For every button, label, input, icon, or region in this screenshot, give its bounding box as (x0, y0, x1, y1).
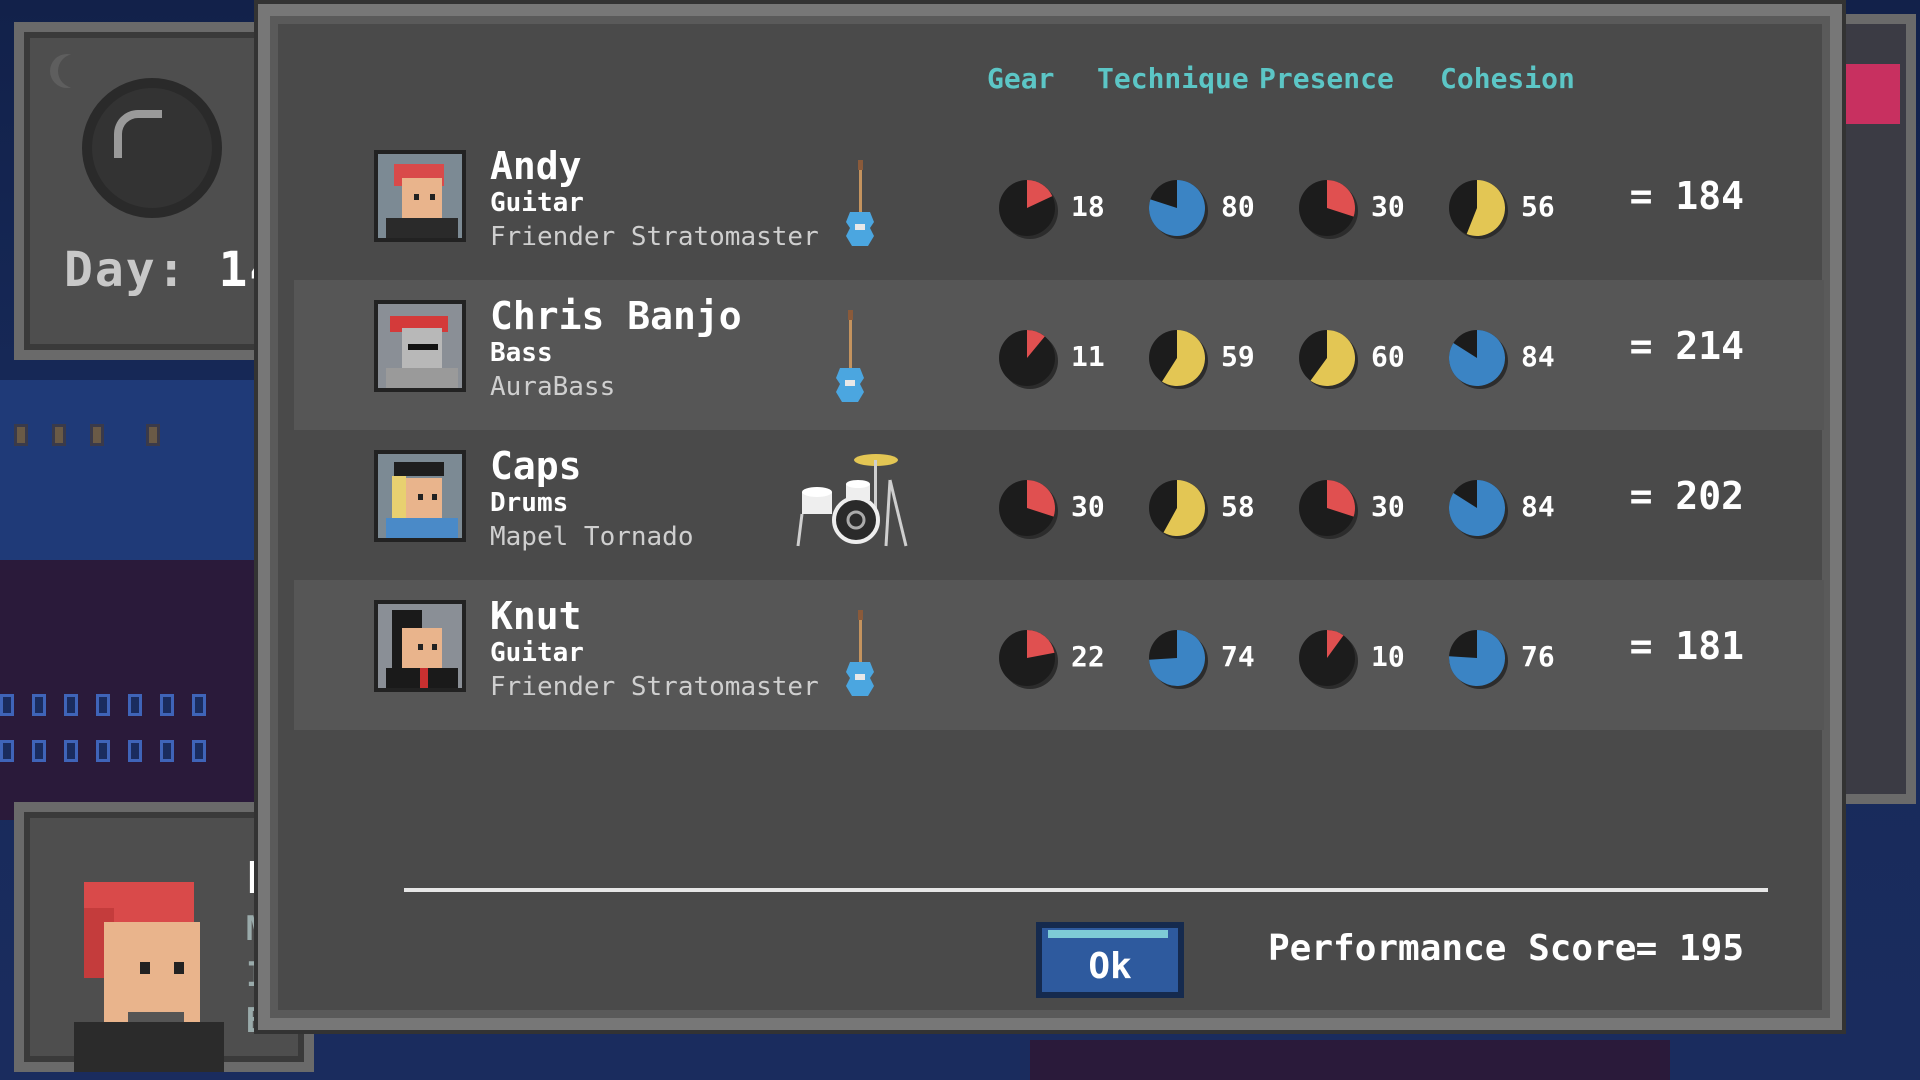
member-total-score: = 184 (1629, 174, 1744, 218)
day-prefix: Day: (64, 242, 188, 298)
gear-stat: 22 (993, 624, 1153, 696)
side-panel-right (1830, 14, 1916, 804)
building-window (64, 694, 78, 716)
stat-value: 59 (1221, 340, 1255, 373)
stat-pie (1149, 630, 1208, 689)
building-window (0, 694, 14, 716)
column-header-gear: Gear (987, 62, 1055, 95)
band-member-row: Chris Banjo Bass AuraBass 11 59 60 84 = … (294, 280, 1824, 430)
day-counter: Day: 14 (64, 242, 280, 298)
technique-stat: 59 (1143, 324, 1303, 396)
band-member-row: Andy Guitar Friender Stratomaster 18 80 … (294, 130, 1824, 280)
building (1030, 1040, 1670, 1080)
stat-pie (1299, 180, 1358, 239)
member-total-score: = 181 (1629, 624, 1744, 668)
stat-pie (1149, 330, 1208, 389)
building-window (52, 424, 66, 446)
building-window (32, 694, 46, 716)
building-window (192, 694, 206, 716)
member-name: Knut (490, 594, 582, 638)
gear-stat: 18 (993, 174, 1153, 246)
building-window (64, 740, 78, 762)
guitar-icon (846, 610, 874, 696)
drum-kit-icon (796, 454, 908, 547)
stat-pie (1299, 630, 1358, 689)
stat-pie (1299, 330, 1358, 389)
guitar-icon (846, 160, 874, 246)
stat-value: 10 (1371, 640, 1405, 673)
member-name: Chris Banjo (490, 294, 742, 338)
member-total-score: = 202 (1629, 474, 1744, 518)
member-role: Guitar (490, 188, 584, 218)
building-window (0, 740, 14, 762)
column-header-cohesion: Cohesion (1440, 62, 1575, 95)
column-header-presence: Presence (1259, 62, 1394, 95)
bass-icon (836, 310, 864, 402)
stat-value: 80 (1221, 190, 1255, 223)
building-window (32, 740, 46, 762)
member-avatar (374, 300, 466, 392)
gear-stat: 11 (993, 324, 1153, 396)
stat-value: 30 (1071, 490, 1105, 523)
member-instrument: Mapel Tornado (490, 522, 694, 552)
stat-value: 18 (1071, 190, 1105, 223)
building-window (160, 694, 174, 716)
building-window (90, 424, 104, 446)
stat-pie (999, 180, 1058, 239)
member-avatar (374, 450, 466, 542)
stat-value: 11 (1071, 340, 1105, 373)
summary-divider (404, 888, 1768, 892)
building-window (192, 740, 206, 762)
building-window (96, 694, 110, 716)
member-role: Bass (490, 338, 553, 368)
gear-stat: 30 (993, 474, 1153, 546)
band-member-row: Knut Guitar Friender Stratomaster 22 74 … (294, 580, 1824, 730)
building-window (14, 424, 28, 446)
building (0, 560, 260, 820)
building-window (146, 424, 160, 446)
character-portrait (70, 872, 224, 1072)
band-member-row: Caps Drums Mapel Tornado 30 58 30 84 = 2… (294, 430, 1824, 580)
member-avatar (374, 150, 466, 242)
side-panel-accent (1840, 64, 1900, 124)
ok-button-label: Ok (1088, 945, 1132, 987)
stat-pie (1149, 180, 1208, 239)
stat-pie (999, 480, 1058, 539)
member-instrument: Friender Stratomaster (490, 222, 819, 252)
stat-value: 60 (1371, 340, 1405, 373)
dialog-content: Gear Technique Presence Cohesion Andy Gu… (294, 36, 1824, 998)
stat-pie (999, 630, 1058, 689)
member-name: Caps (490, 444, 582, 488)
stat-value: 22 (1071, 640, 1105, 673)
technique-stat: 80 (1143, 174, 1303, 246)
stat-value: 74 (1221, 640, 1255, 673)
stat-pie (1299, 480, 1358, 539)
member-role: Drums (490, 488, 569, 518)
stat-pie (999, 330, 1058, 389)
member-role: Guitar (490, 638, 584, 668)
column-header-technique: Technique (1097, 62, 1249, 95)
stat-value: 30 (1371, 190, 1405, 223)
technique-stat: 58 (1143, 474, 1303, 546)
moon-icon (50, 54, 84, 88)
performance-dialog: Gear Technique Presence Cohesion Andy Gu… (258, 4, 1842, 1030)
stat-value: 30 (1371, 490, 1405, 523)
performance-score-value: = 195 (1635, 928, 1744, 969)
building-window (160, 740, 174, 762)
building-window (128, 740, 142, 762)
technique-stat: 74 (1143, 624, 1303, 696)
member-instrument: AuraBass (490, 372, 616, 402)
member-name: Andy (490, 144, 582, 188)
member-avatar (374, 600, 466, 692)
stat-value: 58 (1221, 490, 1255, 523)
clock-icon (82, 78, 222, 218)
building-window (96, 740, 110, 762)
ok-button[interactable]: Ok (1036, 922, 1184, 998)
member-total-score: = 214 (1629, 324, 1744, 368)
member-instrument: Friender Stratomaster (490, 672, 819, 702)
stat-pie (1149, 480, 1208, 539)
building-window (128, 694, 142, 716)
